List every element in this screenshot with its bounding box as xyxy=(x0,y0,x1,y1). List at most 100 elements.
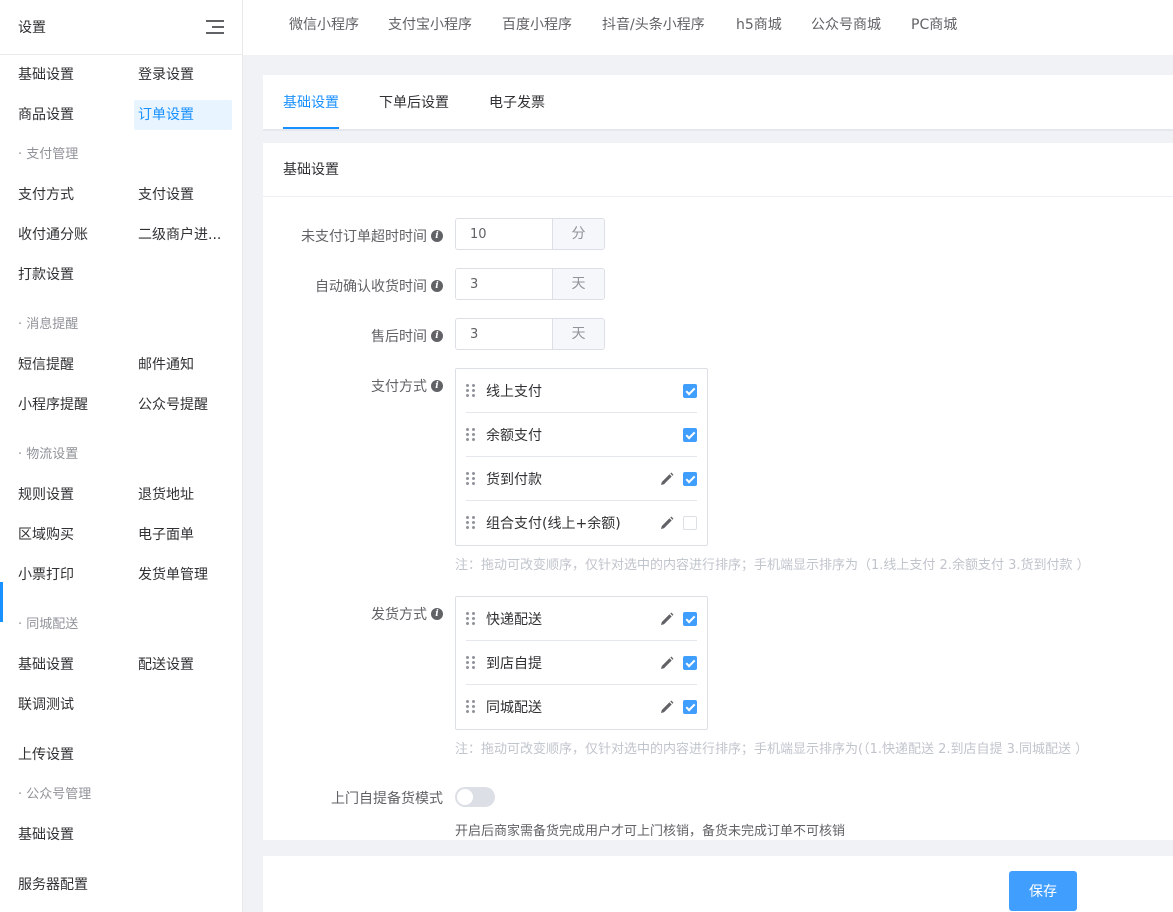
delivery-method-list: 快递配送 到店自提 同城配送 xyxy=(455,596,708,730)
tab-baidu-mini[interactable]: 百度小程序 xyxy=(502,0,572,50)
list-item-label: 货到付款 xyxy=(486,471,542,488)
pencil-icon[interactable] xyxy=(659,699,675,715)
sidebar-item-rules[interactable]: 规则设置 xyxy=(14,480,118,510)
delivery-sort-note: 注：拖动可改变顺序，仅针对选中的内容进行排序；手机端显示排序为(（1.快递配送 … xyxy=(455,742,1089,757)
drag-handle-icon[interactable] xyxy=(466,471,476,486)
sidebar-item-email[interactable]: 邮件通知 xyxy=(134,350,232,380)
after-sale-label: 售后时间 i xyxy=(371,326,443,346)
list-item[interactable]: 组合支付(线上+余额) xyxy=(466,501,697,545)
sidebar-item-local-delivery[interactable]: 配送设置 xyxy=(134,650,232,680)
sidebar-item-order-active[interactable]: 订单设置 xyxy=(134,100,232,130)
sidebar-item-goods[interactable]: 商品设置 xyxy=(14,100,118,130)
sidebar-item-return-address[interactable]: 退货地址 xyxy=(134,480,232,510)
subtab-basic[interactable]: 基础设置 xyxy=(283,75,339,129)
settings-card: 基础设置 未支付订单超时时间i 分 自动确认收货时间i 天 售后时间i 天 支付… xyxy=(263,143,1173,840)
sidebar-section-message: · 消息提醒 xyxy=(18,317,79,332)
info-icon[interactable]: i xyxy=(431,230,443,242)
subtab-after-order[interactable]: 下单后设置 xyxy=(379,75,449,129)
checkbox[interactable] xyxy=(683,516,697,530)
tab-pc-mall[interactable]: PC商城 xyxy=(911,0,957,50)
list-item-label: 余额支付 xyxy=(486,427,542,444)
sidebar: 设置 基础设置 登录设置 商品设置 订单设置 · 支付管理 支付方式 支付设置 收付通… xyxy=(0,0,243,912)
unpaid-timeout-unit: 分 xyxy=(552,219,604,249)
sidebar-item-region[interactable]: 区域购买 xyxy=(14,520,118,550)
tab-h5[interactable]: h5商城 xyxy=(736,0,782,50)
info-icon[interactable]: i xyxy=(431,280,443,292)
checkbox[interactable] xyxy=(683,427,697,442)
info-icon[interactable]: i xyxy=(431,380,443,392)
sidebar-item-debug[interactable]: 联调测试 xyxy=(14,690,118,720)
list-item-label: 到店自提 xyxy=(486,655,542,672)
tab-wechat-mini[interactable]: 微信小程序 xyxy=(289,0,359,50)
sidebar-item-sub-merchant[interactable]: 二级商户进... xyxy=(134,220,232,250)
drag-handle-icon[interactable] xyxy=(466,655,476,670)
sidebar-header: 设置 xyxy=(0,0,242,55)
payment-sort-note: 注：拖动可改变顺序，仅针对选中的内容进行排序；手机端显示排序为（1.线上支付 2… xyxy=(455,558,1090,573)
sidebar-item-login[interactable]: 登录设置 xyxy=(134,60,232,90)
sidebar-item-mini-remind[interactable]: 小程序提醒 xyxy=(14,390,118,420)
list-item-label: 线上支付 xyxy=(486,383,542,400)
sidebar-item-receipt-print[interactable]: 小票打印 xyxy=(14,560,118,590)
sidebar-section-local: · 同城配送 xyxy=(18,617,79,632)
checkbox[interactable] xyxy=(683,700,697,714)
sidebar-item-pay-settings[interactable]: 支付设置 xyxy=(134,180,232,210)
sidebar-item-local-basic[interactable]: 基础设置 xyxy=(14,650,118,680)
sidebar-item-server[interactable]: 服务器配置 xyxy=(14,870,118,900)
unpaid-timeout-group: 分 xyxy=(455,218,605,250)
auto-confirm-input[interactable] xyxy=(456,269,552,299)
sidebar-item-official-basic[interactable]: 基础设置 xyxy=(14,820,118,850)
sidebar-item-pay-method[interactable]: 支付方式 xyxy=(14,180,118,210)
drag-handle-icon[interactable] xyxy=(466,383,476,398)
sidebar-item-sms[interactable]: 短信提醒 xyxy=(14,350,118,380)
sidebar-item-e-waybill[interactable]: 电子面单 xyxy=(134,520,232,550)
auto-confirm-unit: 天 xyxy=(552,269,604,299)
list-item[interactable]: 余额支付 xyxy=(466,413,697,457)
after-sale-group: 天 xyxy=(455,318,605,350)
pencil-icon[interactable] xyxy=(659,655,675,671)
list-item[interactable]: 快递配送 xyxy=(466,597,697,641)
sidebar-item-basic[interactable]: 基础设置 xyxy=(14,60,118,90)
drag-handle-icon[interactable] xyxy=(466,611,476,626)
checkbox[interactable] xyxy=(683,655,697,670)
info-icon[interactable]: i xyxy=(431,608,443,620)
list-item-label: 快递配送 xyxy=(486,611,542,628)
sidebar-item-payout[interactable]: 打款设置 xyxy=(14,260,118,290)
list-item-label: 同城配送 xyxy=(486,700,542,716)
pencil-icon[interactable] xyxy=(659,515,675,531)
list-item[interactable]: 线上支付 xyxy=(466,369,697,413)
sidebar-section-payment: · 支付管理 xyxy=(18,147,79,162)
checkbox[interactable] xyxy=(683,383,697,398)
after-sale-unit: 天 xyxy=(552,319,604,349)
auto-confirm-label: 自动确认收货时间 i xyxy=(315,276,443,296)
list-item[interactable]: 同城配送 xyxy=(466,685,697,729)
drag-handle-icon[interactable] xyxy=(466,516,476,530)
subtab-invoice[interactable]: 电子发票 xyxy=(489,75,545,129)
sidebar-item-delivery-note[interactable]: 发货单管理 xyxy=(134,560,232,590)
checkbox[interactable] xyxy=(683,611,697,626)
drag-handle-icon[interactable] xyxy=(466,427,476,442)
tab-douyin-mini[interactable]: 抖音/头条小程序 xyxy=(602,0,705,50)
unpaid-timeout-label: 未支付订单超时时间 i xyxy=(301,226,443,246)
pencil-icon[interactable] xyxy=(659,611,675,627)
after-sale-input[interactable] xyxy=(456,319,552,349)
pencil-icon[interactable] xyxy=(659,471,675,487)
sidebar-item-mp-remind[interactable]: 公众号提醒 xyxy=(134,390,232,420)
tab-alipay-mini[interactable]: 支付宝小程序 xyxy=(388,0,472,50)
unpaid-timeout-input[interactable] xyxy=(456,219,552,249)
sidebar-item-upload[interactable]: 上传设置 xyxy=(14,740,118,770)
drag-handle-icon[interactable] xyxy=(466,700,476,714)
checkbox[interactable] xyxy=(683,471,697,486)
sidebar-section-official: · 公众号管理 xyxy=(18,787,92,802)
pickup-mode-switch[interactable] xyxy=(455,787,495,807)
list-item[interactable]: 到店自提 xyxy=(466,641,697,685)
tab-official-mall[interactable]: 公众号商城 xyxy=(811,0,881,50)
save-button[interactable]: 保存 xyxy=(1009,871,1077,911)
platform-tabs: 微信小程序 支付宝小程序 百度小程序 抖音/头条小程序 h5商城 公众号商城 P… xyxy=(243,0,1173,55)
collapse-menu-icon[interactable] xyxy=(206,19,224,35)
info-icon[interactable]: i xyxy=(431,330,443,342)
list-item-label: 组合支付(线上+余额) xyxy=(486,516,621,532)
payment-method-label: 支付方式 i xyxy=(371,376,443,396)
sidebar-item-split[interactable]: 收付通分账 xyxy=(14,220,118,250)
card-title: 基础设置 xyxy=(263,143,1173,197)
list-item[interactable]: 货到付款 xyxy=(466,457,697,501)
